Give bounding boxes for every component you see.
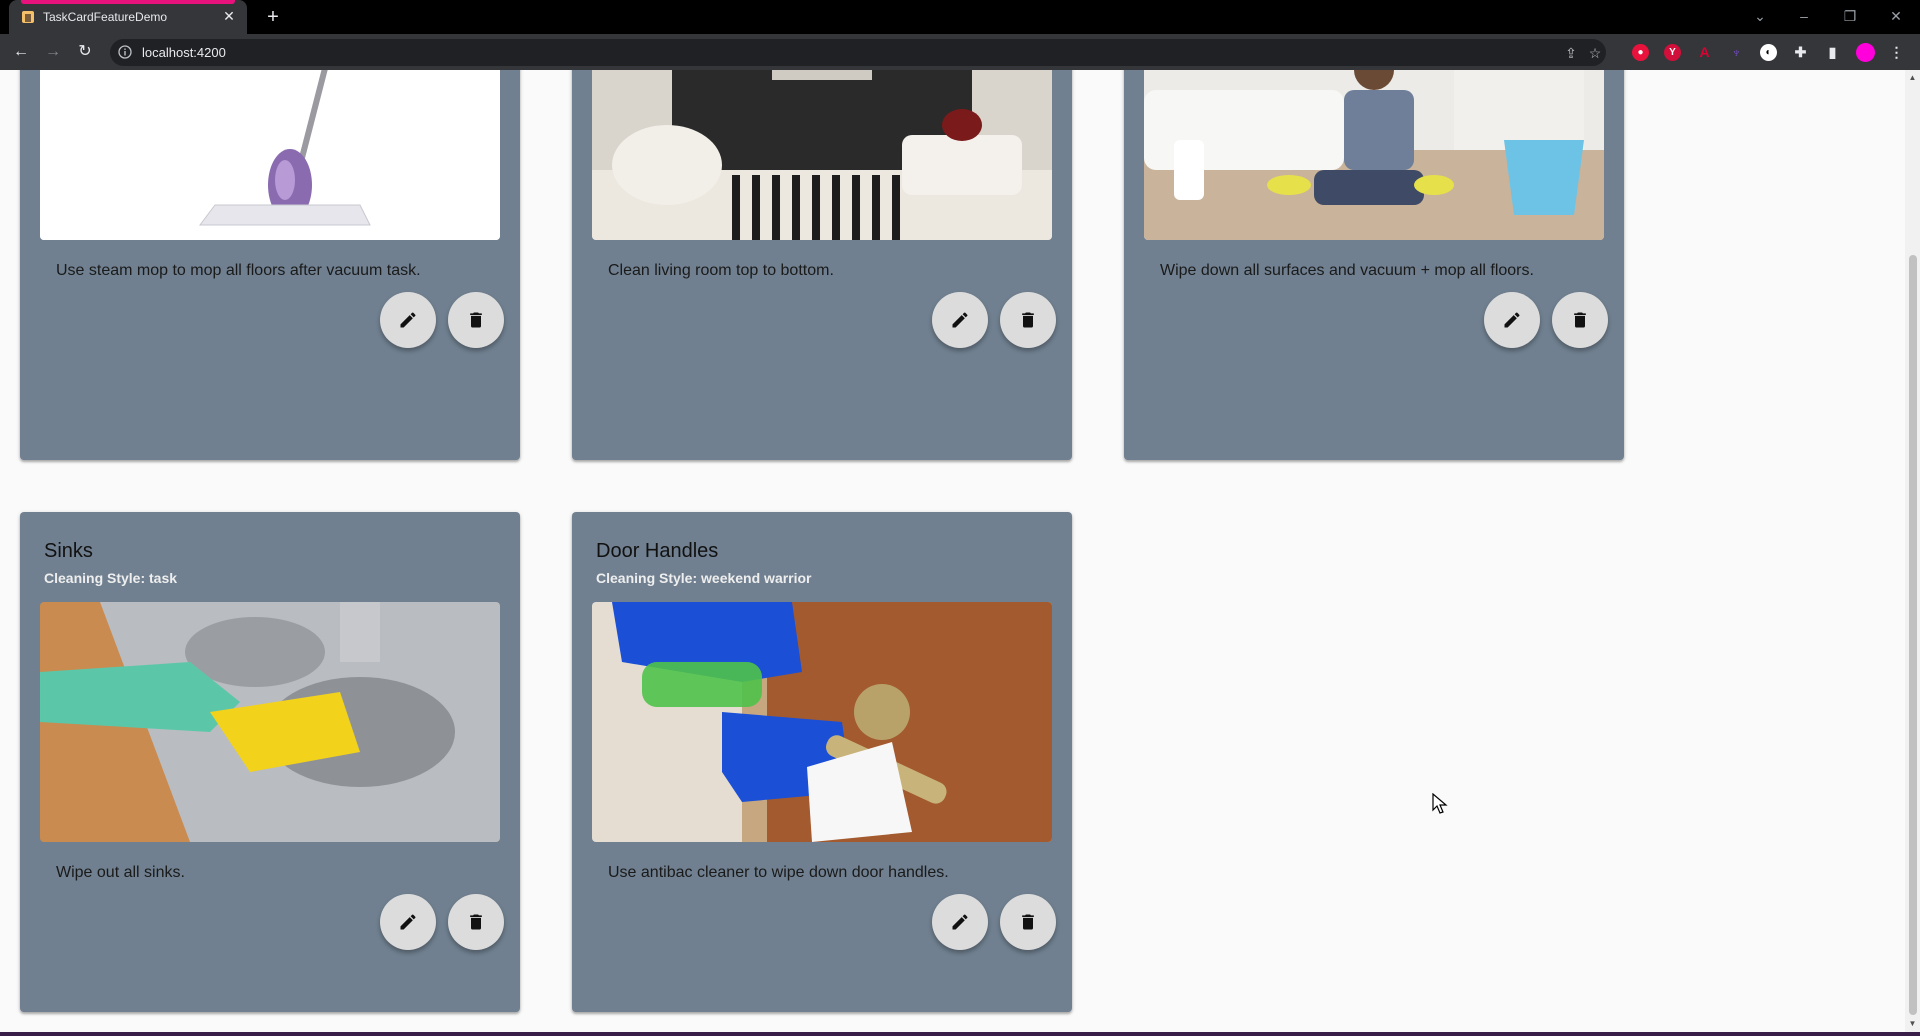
profile-avatar[interactable] — [1856, 43, 1875, 62]
back-arrow-icon[interactable]: ← — [9, 40, 33, 64]
scroll-down-arrow-icon[interactable]: ▼ — [1908, 1020, 1917, 1028]
delete-button[interactable] — [1000, 292, 1056, 348]
taskbar-edge — [0, 1032, 1920, 1036]
close-tab-icon[interactable]: ✕ — [221, 8, 237, 24]
puzzle-icon[interactable]: ✚ — [1792, 44, 1809, 61]
card-title: Sinks — [44, 540, 93, 562]
edit-button[interactable] — [932, 894, 988, 950]
edit-button[interactable] — [380, 292, 436, 348]
angular-devtools-icon[interactable]: A — [1696, 44, 1713, 61]
minimize-icon[interactable]: – — [1792, 4, 1816, 28]
card-description: Use steam mop to mop all floors after va… — [56, 262, 421, 279]
card-description: Wipe out all sinks. — [56, 864, 185, 881]
page-viewport: Use steam mop to mop all floors after va… — [0, 70, 1905, 1032]
pencil-icon — [952, 914, 968, 930]
delete-button[interactable] — [1552, 292, 1608, 348]
card-description: Wipe down all surfaces and vacuum + mop … — [1160, 262, 1534, 279]
side-panel-icon[interactable]: ▮ — [1824, 44, 1841, 61]
extension-purple-icon[interactable]: ♆ — [1728, 44, 1745, 61]
scrollbar-thumb[interactable] — [1909, 255, 1917, 1015]
tab-title: TaskCardFeatureDemo — [43, 10, 168, 24]
mouse-cursor-icon — [1432, 793, 1448, 814]
forward-arrow-icon[interactable]: → — [41, 40, 65, 64]
menu-kebab-icon[interactable]: ⋮ — [1888, 44, 1905, 61]
trash-icon — [470, 312, 482, 328]
url-text: localhost:4200 — [142, 45, 226, 60]
extension-y-icon[interactable]: Y — [1664, 44, 1681, 61]
task-card: Sinks Cleaning Style: task Wipe out all … — [20, 512, 520, 1012]
living-room-image — [592, 70, 1052, 240]
card-description: Use antibac cleaner to wipe down door ha… — [608, 864, 949, 881]
task-card: Door Handles Cleaning Style: weekend war… — [572, 512, 1072, 1012]
task-card: Use steam mop to mop all floors after va… — [20, 70, 520, 460]
sink-cleaning-image — [40, 602, 500, 842]
tab-accent-bar — [21, 0, 235, 4]
site-info-icon[interactable] — [118, 45, 132, 59]
scroll-up-arrow-icon[interactable]: ▲ — [1908, 74, 1917, 82]
address-bar[interactable]: localhost:4200 ⇪ ☆ — [110, 39, 1606, 66]
edit-button[interactable] — [1484, 292, 1540, 348]
share-icon[interactable]: ⇪ — [1562, 44, 1580, 62]
trash-icon — [1022, 914, 1034, 930]
task-card: Clean living room top to bottom. — [572, 70, 1072, 460]
new-tab-icon[interactable]: + — [262, 6, 284, 28]
tab-strip: TaskCardFeatureDemo ✕ + ⌄ – ❐ ✕ — [0, 0, 1920, 34]
browser-toolbar: ← → ↻ localhost:4200 ⇪ ☆ ● Y A ♆ ◐ ✚ ▮ ⋮ — [0, 34, 1920, 70]
pencil-icon — [400, 312, 416, 328]
delete-button[interactable] — [448, 894, 504, 950]
card-title: Door Handles — [596, 540, 719, 562]
edit-button[interactable] — [380, 894, 436, 950]
browser-tab[interactable]: TaskCardFeatureDemo ✕ — [9, 0, 247, 34]
task-card: Wipe down all surfaces and vacuum + mop … — [1124, 70, 1624, 460]
card-subtitle: Cleaning Style: task — [44, 570, 178, 586]
card-subtitle: Cleaning Style: weekend warrior — [596, 570, 812, 586]
reload-icon[interactable]: ↻ — [73, 40, 97, 64]
steam-mop-image — [40, 70, 500, 240]
tab-search-icon[interactable]: ⌄ — [1748, 4, 1772, 28]
trash-icon — [1574, 312, 1586, 328]
trash-icon — [470, 914, 482, 930]
close-window-icon[interactable]: ✕ — [1884, 4, 1908, 28]
angular-favicon-icon — [22, 11, 34, 23]
door-handle-image — [592, 602, 1052, 842]
pencil-icon — [952, 312, 968, 328]
restore-icon[interactable]: ❐ — [1838, 4, 1862, 28]
extension-white-icon[interactable]: ◐ — [1760, 44, 1777, 61]
pencil-icon — [400, 914, 416, 930]
floor-cleaning-image — [1144, 70, 1604, 240]
edit-button[interactable] — [932, 292, 988, 348]
delete-button[interactable] — [448, 292, 504, 348]
card-description: Clean living room top to bottom. — [608, 262, 834, 279]
pencil-icon — [1504, 312, 1520, 328]
extension-red-icon[interactable]: ● — [1632, 44, 1649, 61]
bookmark-star-icon[interactable]: ☆ — [1586, 44, 1604, 62]
page-scrollbar[interactable]: ▲ ▼ — [1905, 70, 1920, 1032]
delete-button[interactable] — [1000, 894, 1056, 950]
trash-icon — [1022, 312, 1034, 328]
